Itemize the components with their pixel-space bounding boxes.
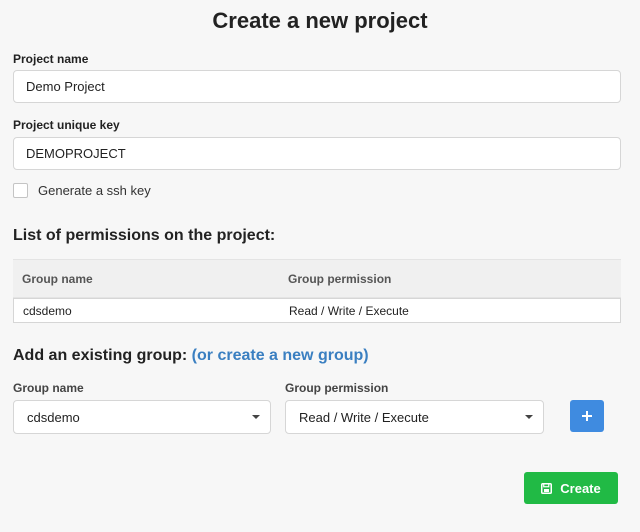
- group-permission-label: Group permission: [285, 381, 389, 395]
- table-row: cdsdemo Read / Write / Execute: [13, 298, 621, 323]
- column-header-group-permission: Group permission: [288, 271, 392, 286]
- ssh-key-checkbox-row[interactable]: Generate a ssh key: [13, 183, 151, 198]
- project-key-input[interactable]: [13, 137, 621, 170]
- permissions-table: Group name Group permission cdsdemo Read…: [13, 259, 621, 323]
- chevron-down-icon: [525, 415, 533, 419]
- project-name-label: Project name: [13, 52, 89, 66]
- row-group-name: cdsdemo: [23, 303, 72, 318]
- ssh-key-label: Generate a ssh key: [38, 183, 151, 198]
- project-name-input[interactable]: [13, 70, 621, 103]
- add-group-title-text: Add an existing group:: [13, 347, 188, 364]
- group-name-label: Group name: [13, 381, 84, 395]
- permissions-title: List of permissions on the project:: [13, 227, 276, 244]
- group-name-select-value: cdsdemo: [27, 409, 80, 425]
- create-button-label: Create: [560, 480, 601, 496]
- group-name-select[interactable]: cdsdemo: [13, 400, 271, 434]
- save-icon: [541, 482, 553, 494]
- create-button[interactable]: Create: [524, 472, 618, 504]
- ssh-key-checkbox[interactable]: [13, 183, 28, 198]
- page-title: Create a new project: [212, 8, 428, 33]
- plus-icon: [582, 411, 592, 421]
- column-header-group-name: Group name: [22, 271, 93, 286]
- group-permission-select-value: Read / Write / Execute: [299, 409, 429, 425]
- create-new-group-link[interactable]: (or create a new group): [192, 347, 369, 364]
- table-header: Group name Group permission: [13, 259, 621, 298]
- add-group-button[interactable]: [570, 400, 604, 432]
- chevron-down-icon: [252, 415, 260, 419]
- row-group-permission: Read / Write / Execute: [289, 303, 409, 318]
- add-group-title: Add an existing group: (or create a new …: [13, 347, 369, 365]
- group-permission-select[interactable]: Read / Write / Execute: [285, 400, 544, 434]
- project-key-label: Project unique key: [13, 118, 120, 132]
